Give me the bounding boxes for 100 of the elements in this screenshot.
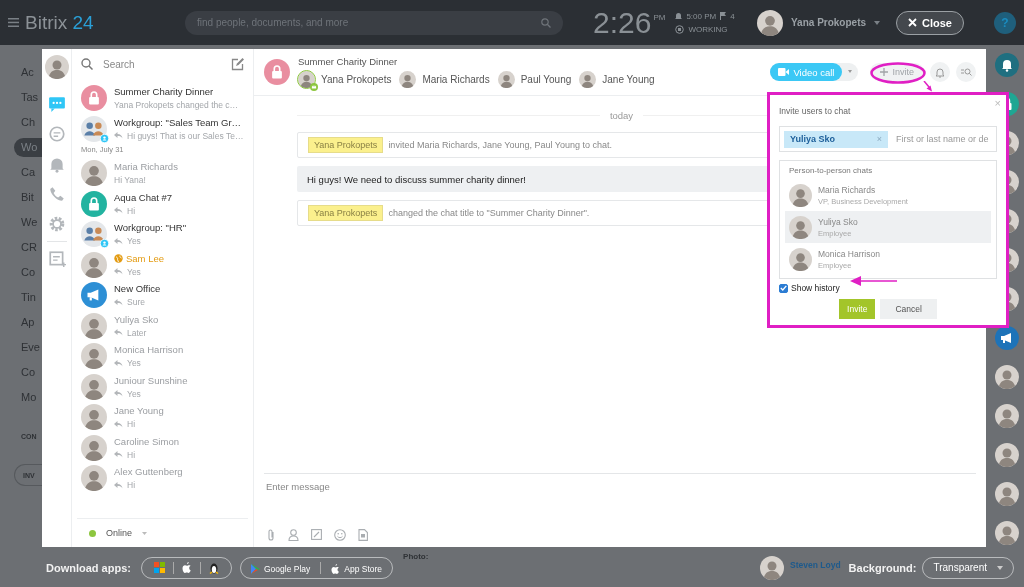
chat-name[interactable]: Monica Harrison [114,344,184,356]
windows-icon[interactable] [153,562,165,573]
chat-name[interactable]: Maria Richards [114,161,178,173]
member-name[interactable]: Paul Young [520,74,572,85]
nav-item[interactable]: Ap [0,313,42,332]
member-name[interactable]: Maria Richards [422,74,490,85]
member-avatar[interactable] [497,71,515,88]
bell-icon[interactable] [995,53,1019,77]
clock-time: 2:26 [593,7,652,38]
avatar [81,404,107,431]
highlight-ellipse [870,62,926,84]
avatar [81,434,107,461]
avatar[interactable] [995,404,1019,428]
member-avatar[interactable] [399,71,417,88]
notes-icon[interactable] [47,250,66,268]
nav-item[interactable]: Ch [0,113,42,132]
close-button[interactable]: × [994,97,1001,109]
remove-button[interactable]: × [876,134,882,144]
chat-name[interactable]: Sam Lee [126,252,165,264]
chat-name[interactable]: New Office [114,283,161,295]
user-mention[interactable]: Yana Prokopets [308,205,384,221]
edit-icon[interactable] [311,529,322,540]
caret-icon [997,565,1003,570]
message-preview: Hi [127,419,136,430]
chat-name[interactable]: Workgroup: "Sales Team Gr… [114,116,242,128]
work-status[interactable]: WORKING [688,24,728,34]
avatar [760,555,785,580]
apple-icon[interactable] [181,562,192,573]
avatar [81,465,107,492]
name-input[interactable]: First or last name or de [894,133,992,145]
close-button[interactable]: Close [896,10,964,35]
help-button[interactable]: ? [994,11,1016,34]
penguin-icon[interactable] [208,561,219,574]
checkbox[interactable] [779,283,788,293]
search-button[interactable] [956,62,976,82]
chat-name[interactable]: Aqua Chat #7 [114,191,173,203]
message-preview: Later [127,327,147,338]
user-mention[interactable]: Yana Prokopets [308,137,384,153]
compose-icon[interactable] [231,57,244,71]
invite-button[interactable]: Invite [839,299,876,319]
phone-icon[interactable] [47,185,66,203]
cancel-button[interactable]: Cancel [880,299,937,319]
member-name[interactable]: Yana Prokopets [321,74,392,85]
menu-icon[interactable] [8,18,19,27]
nav-item[interactable]: Wo [14,138,42,157]
video-call-button[interactable]: Video call [770,63,843,81]
avatar[interactable] [995,521,1019,545]
nav-item[interactable]: Ca [0,163,42,182]
annotation-arrow [850,276,898,286]
nav-item[interactable]: Bit [0,188,42,207]
chat-name[interactable]: Juniour Sunshine [114,374,188,386]
nav-item[interactable]: Mo [0,388,42,407]
member-avatar[interactable] [579,71,597,88]
message-text: invited Maria Richards, Jane Young, Paul Young to chat. [388,140,613,150]
user-name[interactable]: Yana Prokopets [791,17,867,28]
chat-name[interactable]: Summer Charity Dinner [114,86,214,98]
group-avatar [81,115,107,142]
caret-icon[interactable] [874,20,881,25]
nav-item[interactable]: CR [0,238,42,257]
avatar [81,160,107,187]
logo[interactable]: Bitrix 24 [25,11,175,34]
paperclip-icon[interactable] [266,529,276,541]
app-store-button[interactable]: App Store [321,557,393,580]
avatar[interactable] [995,482,1019,506]
chat-name[interactable]: Workgroup: "HR" [114,222,187,234]
nav-item[interactable]: Eve [0,338,42,357]
megaphone-icon[interactable] [995,326,1019,350]
nav-item[interactable]: Tas [0,88,42,107]
avatar[interactable] [995,365,1019,389]
status-selector[interactable]: Online [106,528,132,538]
search-icon[interactable] [541,17,551,28]
nav-item[interactable]: Co [0,263,42,282]
user-search-field[interactable]: Yuliya Sko × First or last name or de [779,126,997,152]
avatar[interactable] [995,443,1019,467]
caret-icon[interactable] [142,531,147,535]
person-icon[interactable] [288,529,299,541]
status-dot-icon [89,529,96,537]
photo-label: Photo: [403,552,429,561]
notifications-button[interactable] [930,62,950,82]
settings-icon[interactable] [47,215,66,233]
play-icon [250,563,260,574]
document-icon[interactable] [358,529,368,541]
google-play-button[interactable]: Google Play [240,557,321,580]
nav-item[interactable]: Ac [0,63,42,82]
user-name: Monica Harrison [818,248,880,259]
avatar [789,183,812,207]
smiley-icon[interactable] [334,529,346,541]
history-icon[interactable] [47,125,66,143]
message-preview: Hi [127,480,136,491]
chat-name[interactable]: Yuliya Sko [114,313,159,325]
nav-item[interactable]: Co [0,363,42,382]
nav-item[interactable]: Tin [0,288,42,307]
chat-icon[interactable] [47,95,66,113]
chat-name[interactable]: Jane Young [114,405,164,417]
member-name[interactable]: Jane Young [602,74,655,85]
nav-item[interactable]: We [0,213,42,232]
user-token[interactable]: Yuliya Sko × [784,130,888,148]
chat-name[interactable]: Caroline Simon [114,435,179,447]
chat-name[interactable]: Alex Guttenberg [114,466,183,478]
member-avatar[interactable] [298,71,315,88]
